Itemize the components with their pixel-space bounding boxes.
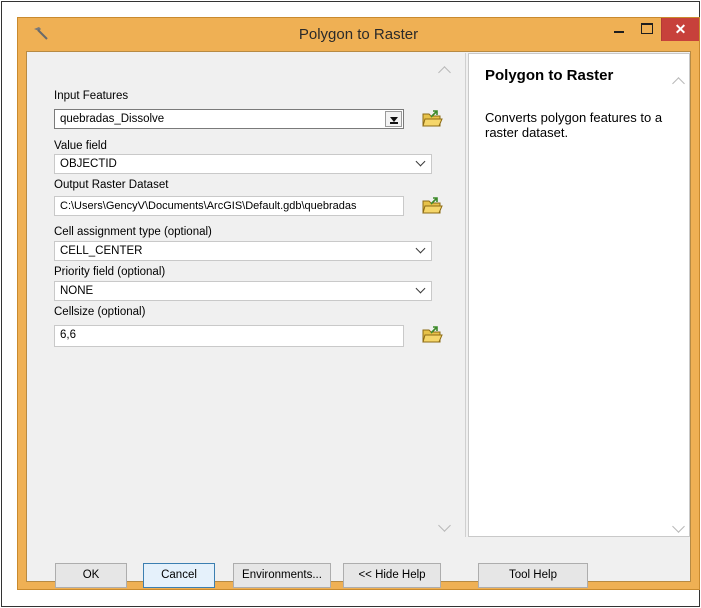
value-field-select[interactable]: OBJECTID bbox=[54, 154, 432, 174]
tool-help-button[interactable]: Tool Help bbox=[478, 563, 588, 588]
folder-open-icon[interactable] bbox=[421, 325, 443, 345]
help-title: Polygon to Raster bbox=[485, 67, 614, 84]
output-raster-input[interactable]: C:\Users\GencyV\Documents\ArcGIS\Default… bbox=[54, 196, 404, 216]
help-pane[interactable]: Polygon to Raster Converts polygon featu… bbox=[468, 53, 690, 537]
title-bar[interactable]: Polygon to Raster ✕ bbox=[18, 18, 699, 51]
chevron-down-icon bbox=[415, 243, 426, 254]
button-row: OK Cancel Environments... << Hide Help T… bbox=[27, 538, 690, 588]
tool-dialog: Polygon to Raster ✕ Input Features quebr… bbox=[17, 17, 700, 590]
value-field-value: OBJECTID bbox=[60, 158, 117, 170]
help-description: Converts polygon features to a raster da… bbox=[485, 110, 663, 140]
cellsize-value: 6,6 bbox=[60, 329, 76, 341]
close-button[interactable]: ✕ bbox=[661, 18, 699, 41]
dropdown-arrow-icon[interactable] bbox=[385, 111, 402, 127]
cancel-button[interactable]: Cancel bbox=[143, 563, 215, 588]
cell-assignment-value: CELL_CENTER bbox=[60, 245, 143, 257]
cellsize-input[interactable]: 6,6 bbox=[54, 325, 404, 347]
input-features-combo[interactable]: quebradas_Dissolve bbox=[54, 109, 404, 129]
output-raster-label: Output Raster Dataset bbox=[54, 179, 169, 191]
scroll-up-icon[interactable] bbox=[437, 63, 453, 75]
output-raster-value: C:\Users\GencyV\Documents\ArcGIS\Default… bbox=[60, 200, 357, 212]
cell-assignment-label: Cell assignment type (optional) bbox=[54, 226, 212, 238]
chevron-down-icon bbox=[415, 283, 426, 294]
window-title: Polygon to Raster bbox=[298, 26, 419, 43]
parameters-pane[interactable]: Input Features quebradas_Dissolve Value … bbox=[28, 53, 466, 537]
minimize-button[interactable] bbox=[605, 18, 633, 41]
cellsize-label: Cellsize (optional) bbox=[54, 306, 146, 318]
priority-field-value: NONE bbox=[60, 285, 94, 297]
maximize-button[interactable] bbox=[633, 18, 660, 41]
priority-field-label: Priority field (optional) bbox=[54, 266, 166, 278]
input-features-value: quebradas_Dissolve bbox=[60, 113, 165, 125]
chevron-down-icon bbox=[415, 156, 426, 167]
priority-field-select[interactable]: NONE bbox=[54, 281, 432, 301]
environments-button[interactable]: Environments... bbox=[233, 563, 331, 588]
scroll-up-icon[interactable] bbox=[671, 74, 687, 86]
scroll-down-icon[interactable] bbox=[437, 523, 453, 535]
folder-open-icon[interactable] bbox=[421, 196, 443, 216]
ok-button[interactable]: OK bbox=[55, 563, 127, 588]
scroll-down-icon[interactable] bbox=[671, 524, 687, 536]
value-field-label: Value field bbox=[54, 140, 107, 152]
folder-open-icon[interactable] bbox=[421, 109, 443, 129]
hide-help-button[interactable]: << Hide Help bbox=[343, 563, 441, 588]
input-features-label: Input Features bbox=[54, 90, 129, 102]
dialog-client-area: Input Features quebradas_Dissolve Value … bbox=[26, 51, 691, 588]
cell-assignment-select[interactable]: CELL_CENTER bbox=[54, 241, 432, 261]
